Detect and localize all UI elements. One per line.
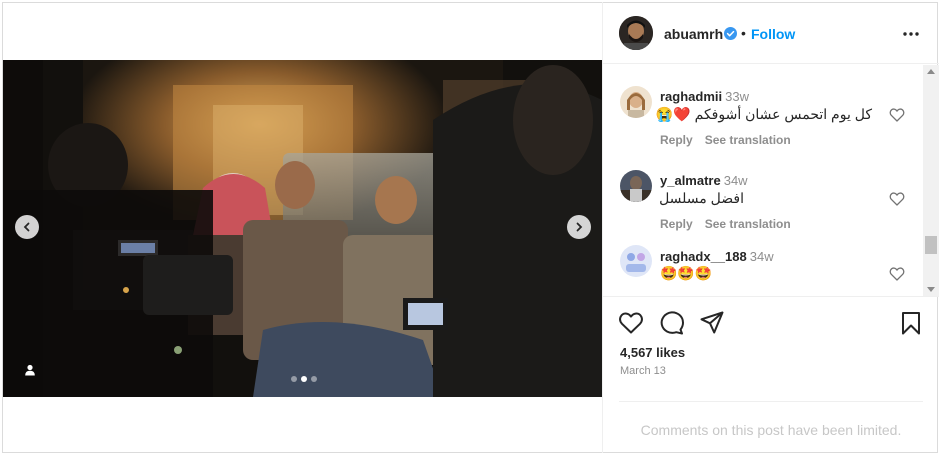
author-username[interactable]: abuamrh — [664, 26, 723, 42]
user-tag-icon — [25, 364, 35, 376]
reply-button[interactable]: Reply — [660, 133, 693, 147]
share-send-icon[interactable] — [699, 310, 725, 336]
commenter-avatar[interactable] — [620, 86, 652, 118]
slide-indicator — [291, 376, 317, 382]
scrollbar-thumb[interactable] — [925, 236, 937, 254]
slide-dot — [291, 376, 297, 382]
more-horizontal-icon — [903, 32, 919, 36]
author-avatar-image — [619, 16, 653, 50]
commenter-username[interactable]: raghadmii — [660, 89, 722, 104]
comments-list[interactable]: raghadmii 33w كل يوم اتحمس عشان أشوفكم ❤️… — [603, 65, 939, 297]
commenter-avatar-image — [620, 170, 652, 202]
comment-bubble-icon[interactable] — [659, 310, 685, 336]
comment-header: y_almatre 34w — [660, 173, 748, 188]
tagged-people-button[interactable] — [20, 360, 40, 380]
see-translation-button[interactable]: See translation — [705, 133, 791, 147]
post-side-panel: abuamrh • Follow raghadmii 33w كل يوم ات… — [602, 2, 939, 453]
post-actions-bar — [603, 298, 939, 344]
likes-count[interactable]: 4,567 likes — [620, 345, 685, 360]
save-bookmark-icon[interactable] — [898, 310, 924, 336]
comment-time[interactable]: 33w — [725, 89, 749, 104]
commenter-avatar-image — [620, 245, 652, 277]
scroll-down-arrow-icon[interactable] — [927, 287, 935, 292]
comments-limited-notice: Comments on this post have been limited. — [619, 401, 923, 453]
header-separator: • — [741, 25, 746, 41]
comments-scrollbar[interactable] — [923, 65, 939, 296]
next-slide-button[interactable] — [567, 215, 591, 239]
chevron-right-icon — [576, 222, 583, 232]
post-date[interactable]: March 13 — [620, 365, 666, 377]
verified-badge-icon — [724, 27, 737, 40]
comment-header: raghadx__188 34w — [660, 249, 774, 264]
commenter-avatar[interactable] — [620, 170, 652, 202]
slide-dot-active — [301, 376, 307, 382]
scroll-up-arrow-icon[interactable] — [927, 69, 935, 74]
commenter-username[interactable]: y_almatre — [660, 173, 721, 188]
comment-text: كل يوم اتحمس عشان أشوفكم ❤️😭 — [655, 106, 872, 122]
reply-button[interactable]: Reply — [660, 217, 693, 231]
follow-button[interactable]: Follow — [751, 26, 795, 42]
comment-text: افضل مسلسل — [659, 190, 744, 206]
post-media[interactable] — [3, 60, 602, 397]
post-header: abuamrh • Follow — [603, 2, 939, 64]
comment-text: 🤩🤩🤩 — [660, 265, 713, 281]
slide-dot — [311, 376, 317, 382]
comment-like-icon[interactable] — [889, 266, 905, 282]
comment-time[interactable]: 34w — [750, 249, 774, 264]
commenter-avatar-image — [620, 86, 652, 118]
see-translation-button[interactable]: See translation — [705, 217, 791, 231]
comment-time[interactable]: 34w — [724, 173, 748, 188]
post-photo — [3, 60, 602, 397]
more-options-button[interactable] — [901, 24, 921, 44]
commenter-avatar[interactable] — [620, 245, 652, 277]
commenter-username[interactable]: raghadx__188 — [660, 249, 747, 264]
like-heart-icon[interactable] — [618, 310, 644, 336]
author-avatar[interactable] — [619, 16, 653, 50]
previous-slide-button[interactable] — [15, 215, 39, 239]
comment-actions: Reply See translation — [660, 133, 803, 147]
chevron-left-icon — [23, 222, 30, 232]
comment-header: raghadmii 33w — [660, 89, 749, 104]
comment-like-icon[interactable] — [889, 191, 905, 207]
comment-like-icon[interactable] — [889, 107, 905, 123]
comment-actions: Reply See translation — [660, 217, 803, 231]
